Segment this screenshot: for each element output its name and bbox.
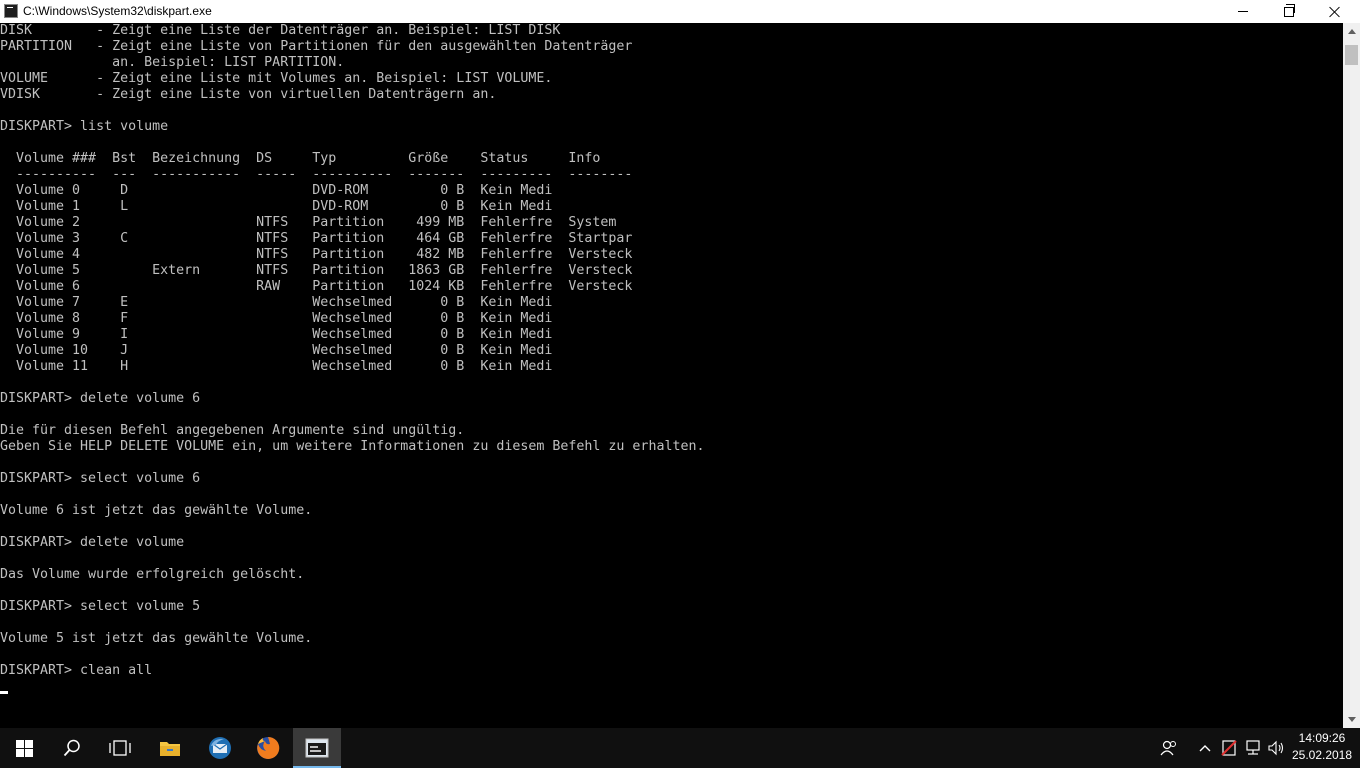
console-line: Geben Sie HELP DELETE VOLUME ein, um wei…	[0, 439, 705, 454]
console-line: DISKPART> select volume 6	[0, 471, 201, 486]
show-hidden-icons-button[interactable]	[1194, 728, 1216, 768]
console-output[interactable]: DISK - Zeigt eine Liste der Datenträger …	[0, 23, 1343, 728]
chevron-up-icon	[1347, 29, 1356, 34]
thunderbird-button[interactable]	[196, 728, 244, 768]
console-line: Volume 2 NTFS Partition 499 MB Fehlerfre…	[0, 215, 617, 230]
console-line: DISK - Zeigt eine Liste der Datenträger …	[0, 23, 561, 38]
console-line: Volume 11 H Wechselmed 0 B Kein Medi	[0, 359, 553, 374]
console-line: Volume 0 D DVD-ROM 0 B Kein Medi	[0, 183, 553, 198]
network-icon	[1246, 740, 1260, 755]
volume-button[interactable]	[1266, 728, 1288, 768]
console-lines: DISK - Zeigt eine Liste der Datenträger …	[0, 23, 1343, 679]
console-line: DISKPART> select volume 5	[0, 599, 201, 614]
console-line: Das Volume wurde erfolgreich gelöscht.	[0, 567, 305, 582]
scroll-thumb[interactable]	[1345, 45, 1358, 65]
console-line: DISKPART> delete volume 6	[0, 391, 201, 406]
close-icon	[1329, 6, 1341, 18]
clock[interactable]: 14:09:26 25.02.2018	[1288, 730, 1356, 766]
clock-time: 14:09:26	[1298, 731, 1346, 745]
console-line: an. Beispiel: LIST PARTITION.	[0, 55, 345, 70]
console-line: Volume 4 NTFS Partition 482 MB Fehlerfre…	[0, 247, 633, 262]
console-line: DISKPART> delete volume	[0, 535, 185, 550]
folder-icon	[160, 742, 180, 756]
close-button[interactable]	[1312, 0, 1358, 23]
start-button[interactable]	[0, 728, 48, 768]
window-title: C:\Windows\System32\diskpart.exe	[23, 4, 212, 18]
task-view-button[interactable]	[96, 728, 144, 768]
console-line: DISKPART> clean all	[0, 663, 153, 678]
minimize-button[interactable]	[1220, 0, 1266, 23]
console-line: Volume 7 E Wechselmed 0 B Kein Medi	[0, 295, 553, 310]
network-button[interactable]	[1242, 728, 1264, 768]
people-button[interactable]	[1158, 728, 1180, 768]
console-icon	[4, 4, 18, 18]
console-line: Die für diesen Befehl angegebenen Argume…	[0, 423, 465, 438]
action-center-warning-icon	[1221, 740, 1237, 756]
chevron-down-icon	[1347, 717, 1356, 722]
console-line: Volume ### Bst Bezeichnung DS Typ Größe …	[0, 151, 601, 166]
windows-logo-icon	[15, 739, 33, 757]
firefox-button[interactable]	[244, 728, 292, 768]
console-line: Volume 6 RAW Partition 1024 KB Fehlerfre…	[0, 279, 633, 294]
console-line: VOLUME - Zeigt eine Liste mit Volumes an…	[0, 71, 553, 86]
firefox-icon	[257, 736, 280, 759]
console-line: Volume 10 J Wechselmed 0 B Kein Medi	[0, 343, 553, 358]
console-line: Volume 9 I Wechselmed 0 B Kein Medi	[0, 327, 553, 342]
console-line: Volume 5 ist jetzt das gewählte Volume.	[0, 631, 313, 646]
console-line: DISKPART> list volume	[0, 119, 169, 134]
console-line: Volume 6 ist jetzt das gewählte Volume.	[0, 503, 313, 518]
console-line: VDISK - Zeigt eine Liste von virtuellen …	[0, 87, 497, 102]
title-bar[interactable]: C:\Windows\System32\diskpart.exe	[0, 0, 1360, 23]
task-view-icon	[109, 740, 131, 756]
restore-icon	[1284, 3, 1295, 17]
console-line: PARTITION - Zeigt eine Liste von Partiti…	[0, 39, 633, 54]
taskbar: 14:09:26 25.02.2018	[0, 728, 1360, 768]
scroll-down-button[interactable]	[1343, 711, 1360, 728]
clock-date: 25.02.2018	[1291, 748, 1353, 762]
search-button[interactable]	[48, 728, 96, 768]
chevron-up-icon	[1199, 745, 1211, 752]
action-center-warning-button[interactable]	[1218, 728, 1240, 768]
restore-button[interactable]	[1266, 0, 1312, 23]
console-line: Volume 5 Extern NTFS Partition 1863 GB F…	[0, 263, 633, 278]
volume-icon	[1268, 740, 1284, 756]
minimize-icon	[1238, 11, 1248, 12]
thunderbird-icon	[209, 737, 231, 759]
console-line: Volume 3 C NTFS Partition 464 GB Fehlerf…	[0, 231, 633, 246]
console-icon	[305, 738, 329, 758]
console-line: Volume 1 L DVD-ROM 0 B Kein Medi	[0, 199, 553, 214]
console-line: Volume 8 F Wechselmed 0 B Kein Medi	[0, 311, 553, 326]
scroll-up-button[interactable]	[1343, 23, 1360, 40]
people-icon	[1160, 740, 1176, 756]
diskpart-taskbar-button[interactable]	[293, 728, 341, 768]
console-line: ---------- --- ----------- ----- -------…	[0, 167, 633, 182]
file-explorer-button[interactable]	[146, 728, 194, 768]
search-icon	[63, 739, 80, 757]
vertical-scrollbar[interactable]	[1343, 23, 1360, 728]
text-cursor	[0, 691, 8, 694]
